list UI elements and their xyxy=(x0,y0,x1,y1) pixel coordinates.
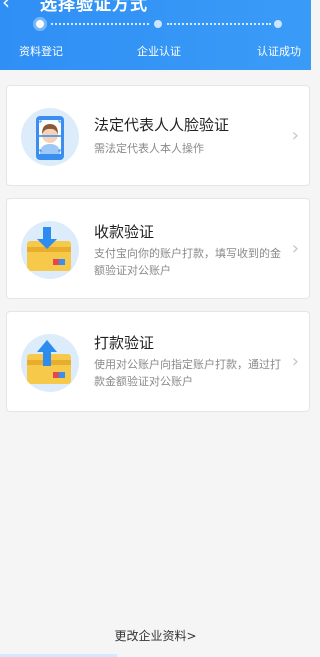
card-desc: 使用对公账户向指定账户打款，通过打款金额验证对公账户 xyxy=(94,358,281,388)
step-connector-1 xyxy=(51,23,149,25)
page-title: 选择验证方式 xyxy=(40,0,148,15)
card-title: 打款验证 xyxy=(94,334,155,352)
step-1-dot xyxy=(33,17,47,31)
step-3-dot xyxy=(274,20,282,28)
progress-steps xyxy=(0,16,311,36)
step-connector-2 xyxy=(167,23,271,25)
send-payment-card[interactable]: 打款验证 使用对公账户向指定账户打款，通过打款金额验证对公账户 › xyxy=(6,311,310,412)
card-desc: 支付宝向你的账户打款，填写收到的金额验证对公账户 xyxy=(94,247,281,277)
step-2-dot xyxy=(154,20,162,28)
face-verification-card[interactable]: 法定代表人人脸验证 需法定代表人本人操作 › xyxy=(6,85,310,186)
step-label-1: 资料登记 xyxy=(19,45,63,58)
send-payment-card-icon xyxy=(21,334,79,392)
card-title: 法定代表人人脸验证 xyxy=(94,116,230,134)
edit-company-info-link[interactable]: 更改企业资料> xyxy=(0,627,311,644)
card-desc: 需法定代表人本人操作 xyxy=(94,142,204,155)
step-label-2: 企业认证 xyxy=(137,45,181,58)
card-title: 收款验证 xyxy=(94,223,155,241)
receive-payment-card[interactable]: 收款验证 支付宝向你的账户打款，填写收到的金额验证对公账户 › xyxy=(6,198,310,299)
face-scan-icon xyxy=(21,108,79,166)
chevron-left-icon[interactable]: ‹ xyxy=(2,0,22,12)
receive-payment-card-icon xyxy=(21,221,79,279)
step-label-3: 认证成功 xyxy=(257,45,301,58)
header: ‹ 选择验证方式 资料登记 企业认证 认证成功 xyxy=(0,0,311,70)
chevron-right-icon: › xyxy=(291,237,299,259)
chevron-right-icon: › xyxy=(291,350,299,372)
chevron-right-icon: › xyxy=(291,124,299,146)
